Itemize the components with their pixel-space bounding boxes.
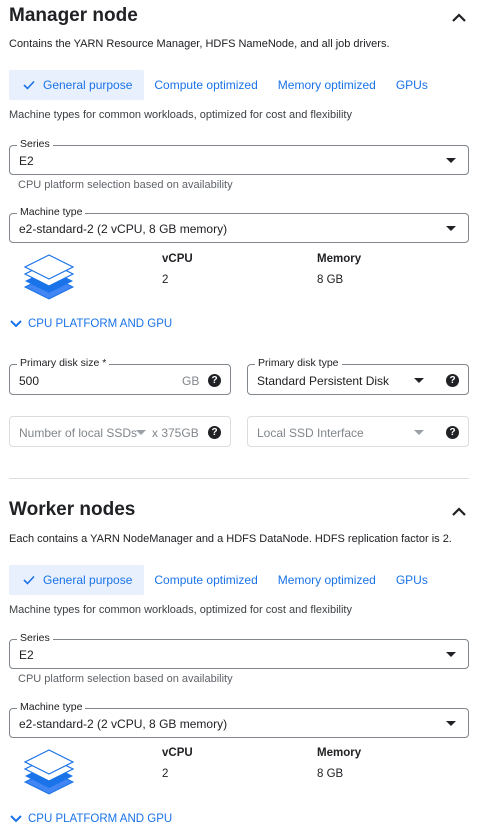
worker-series-hint: CPU platform selection based on availabi… (18, 673, 233, 685)
manager-expander-label: CPU PLATFORM AND GPU (28, 318, 173, 330)
manager-vcpu-label: vCPU (162, 253, 193, 265)
chevron-down-icon (10, 320, 22, 328)
disk-type-value: Standard Persistent Disk (257, 374, 390, 388)
disk-size-label: Primary disk size * (17, 357, 110, 369)
help-icon[interactable]: ? (446, 426, 459, 439)
local-ssd-unit: x 375GB (152, 426, 199, 440)
manager-series-hint: CPU platform selection based on availabi… (18, 179, 233, 191)
manager-vcpu-value: 2 (162, 274, 169, 286)
worker-section-title: Worker nodes (9, 499, 136, 520)
worker-series-value: E2 (19, 648, 34, 662)
manager-cpu-platform-gpu-expander[interactable]: CPU PLATFORM AND GPU (9, 318, 172, 330)
manager-tab-gpus[interactable]: GPUs (386, 70, 438, 100)
worker-series-label: Series (17, 632, 53, 644)
dropdown-arrow-icon (414, 378, 424, 383)
worker-expander-label: CPU PLATFORM AND GPU (28, 813, 173, 825)
worker-memory-value: 8 GB (317, 768, 344, 780)
worker-vcpu-label: vCPU (162, 747, 193, 759)
manager-local-ssd-interface-select[interactable]: Local SSD Interface ? (247, 416, 469, 447)
worker-tab-general-purpose-label: General purpose (43, 573, 133, 587)
manager-tab-general-purpose[interactable]: General purpose (9, 70, 145, 100)
manager-memory-value: 8 GB (317, 274, 344, 286)
worker-tab-gpus[interactable]: GPUs (386, 565, 438, 595)
disk-size-unit: GB (182, 374, 200, 388)
dropdown-arrow-icon (414, 430, 424, 435)
manager-local-ssd-count-select[interactable]: Number of local SSDs x 375GB ? (9, 416, 231, 447)
manager-tab-general-purpose-label: General purpose (43, 78, 133, 92)
manager-primary-disk-size-input[interactable]: Primary disk size * 500 GB ? (9, 357, 231, 395)
local-ssd-placeholder: Number of local SSDs (19, 426, 138, 440)
manager-series-select[interactable]: Series E2 (9, 138, 469, 175)
chevron-down-icon (10, 815, 22, 823)
manager-tab-hint: Machine types for common workloads, opti… (9, 109, 352, 121)
check-icon (23, 80, 35, 90)
worker-machine-type-label: Machine type (17, 701, 86, 713)
section-divider (9, 478, 469, 479)
manager-machine-type-label: Machine type (17, 206, 86, 218)
ssd-interface-placeholder: Local SSD Interface (257, 426, 364, 440)
help-icon[interactable]: ? (208, 374, 221, 387)
manager-machine-family-tabs: General purpose Compute optimized Memory… (9, 70, 438, 100)
worker-series-select[interactable]: Series E2 (9, 632, 469, 669)
machine-stack-icon (23, 254, 75, 300)
manager-machine-type-value: e2-standard-2 (2 vCPU, 8 GB memory) (19, 222, 228, 236)
help-icon[interactable]: ? (208, 426, 221, 439)
dropdown-arrow-icon (446, 652, 456, 657)
worker-machine-type-value: e2-standard-2 (2 vCPU, 8 GB memory) (19, 717, 228, 731)
worker-tab-memory-optimized[interactable]: Memory optimized (268, 565, 386, 595)
help-icon[interactable]: ? (446, 374, 459, 387)
check-icon (23, 575, 35, 585)
manager-tab-compute-optimized[interactable]: Compute optimized (144, 70, 267, 100)
manager-series-value: E2 (19, 154, 34, 168)
worker-tab-hint: Machine types for common workloads, opti… (9, 604, 352, 616)
worker-tab-compute-optimized[interactable]: Compute optimized (144, 565, 267, 595)
worker-vcpu-value: 2 (162, 768, 169, 780)
manager-series-label: Series (17, 138, 53, 150)
collapse-manager-chevron-up-icon[interactable] (449, 8, 469, 28)
manager-section-title: Manager node (9, 5, 138, 26)
worker-description: Each contains a YARN NodeManager and a H… (9, 533, 452, 545)
disk-type-label: Primary disk type (255, 357, 342, 369)
manager-memory-label: Memory (317, 253, 362, 265)
dropdown-arrow-icon (136, 430, 146, 435)
manager-machine-type-select[interactable]: Machine type e2-standard-2 (2 vCPU, 8 GB… (9, 206, 469, 243)
worker-memory-label: Memory (317, 747, 362, 759)
manager-tab-memory-optimized[interactable]: Memory optimized (268, 70, 386, 100)
worker-cpu-platform-gpu-expander[interactable]: CPU PLATFORM AND GPU (9, 813, 172, 825)
machine-stack-icon (23, 749, 75, 795)
worker-tab-general-purpose[interactable]: General purpose (9, 565, 145, 595)
dropdown-arrow-icon (446, 158, 456, 163)
disk-size-value: 500 (19, 374, 40, 388)
dropdown-arrow-icon (446, 721, 456, 726)
worker-machine-family-tabs: General purpose Compute optimized Memory… (9, 565, 438, 595)
dropdown-arrow-icon (446, 226, 456, 231)
manager-description: Contains the YARN Resource Manager, HDFS… (9, 38, 390, 50)
worker-machine-type-select[interactable]: Machine type e2-standard-2 (2 vCPU, 8 GB… (9, 701, 469, 738)
manager-primary-disk-type-select[interactable]: Primary disk type Standard Persistent Di… (247, 357, 469, 395)
collapse-worker-chevron-up-icon[interactable] (449, 502, 469, 522)
